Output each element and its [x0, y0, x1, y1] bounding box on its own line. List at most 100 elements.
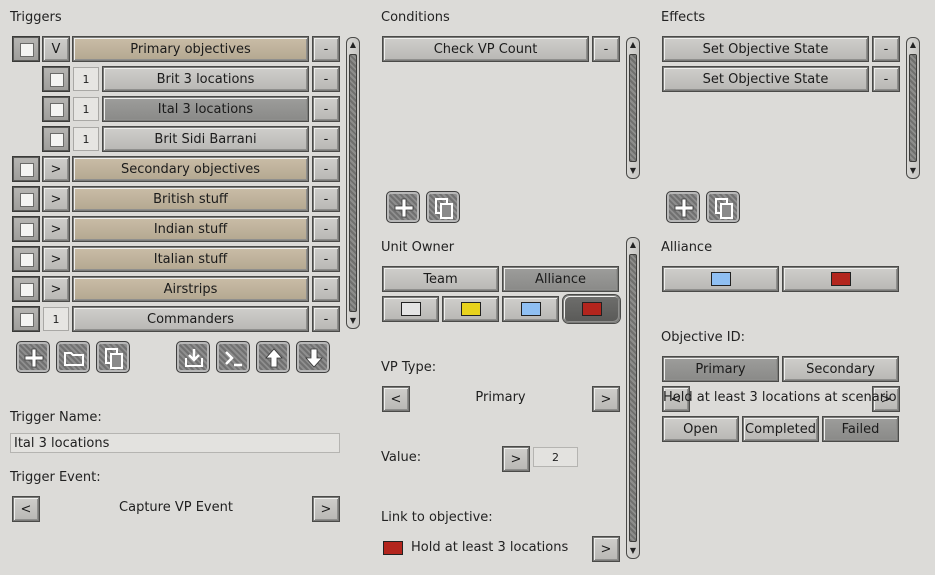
add-icon[interactable] [666, 191, 700, 223]
event-next-button[interactable]: > [313, 497, 339, 521]
vp-type-prev-button[interactable]: < [383, 387, 409, 411]
scroll-up-icon[interactable]: ▲ [628, 239, 638, 251]
conditions-detail-scrollbar[interactable]: ▲ ▼ [626, 237, 640, 559]
objective-tab-primary[interactable]: Primary [663, 357, 778, 381]
scroll-thumb[interactable] [349, 54, 357, 312]
trigger-group-primary-objectives[interactable]: Primary objectives [73, 37, 308, 61]
owner-tab-alliance[interactable]: Alliance [503, 267, 618, 291]
state-failed-button[interactable]: Failed [823, 417, 898, 441]
effect-item-set-objective-state[interactable]: Set Objective State [663, 37, 868, 61]
trigger-group-secondary-objectives[interactable]: Secondary objectives [73, 157, 308, 181]
move-down-icon[interactable] [296, 341, 330, 373]
scroll-down-icon[interactable]: ▼ [628, 165, 638, 177]
value-label: Value: [381, 450, 422, 465]
color-swatch [460, 302, 481, 316]
trigger-checkbox[interactable] [13, 217, 39, 241]
trigger-item-commanders[interactable]: Commanders [73, 307, 308, 331]
trigger-name-field[interactable]: Ital 3 locations [10, 433, 340, 453]
console-icon[interactable] [216, 341, 250, 373]
remove-button[interactable]: - [873, 67, 899, 91]
scroll-up-icon[interactable]: ▲ [908, 39, 918, 51]
owner-tab-team[interactable]: Team [383, 267, 498, 291]
trigger-checkbox[interactable] [43, 97, 69, 121]
remove-button[interactable]: - [313, 277, 339, 301]
link-objective-value: Hold at least 3 locations [411, 540, 569, 555]
remove-button[interactable]: - [313, 187, 339, 211]
owner-color-yellow[interactable] [443, 297, 498, 321]
expand-toggle[interactable]: > [43, 217, 69, 241]
remove-button[interactable]: - [313, 37, 339, 61]
remove-button[interactable]: - [313, 247, 339, 271]
add-icon[interactable] [386, 191, 420, 223]
scroll-down-icon[interactable]: ▼ [908, 165, 918, 177]
expand-toggle[interactable]: > [43, 277, 69, 301]
expand-toggle[interactable]: > [43, 247, 69, 271]
unit-owner-label: Unit Owner [381, 240, 455, 255]
remove-button[interactable]: - [593, 37, 619, 61]
trigger-checkbox[interactable] [43, 67, 69, 91]
remove-button[interactable]: - [313, 217, 339, 241]
event-prev-button[interactable]: < [13, 497, 39, 521]
duplicate-icon[interactable] [706, 191, 740, 223]
vp-type-next-button[interactable]: > [593, 387, 619, 411]
trigger-item-brit-3-locations[interactable]: Brit 3 locations [103, 67, 308, 91]
state-open-button[interactable]: Open [663, 417, 738, 441]
trigger-checkbox[interactable] [13, 37, 39, 61]
duplicate-icon[interactable] [426, 191, 460, 223]
objective-id-label: Objective ID: [661, 330, 745, 345]
vp-type-label: VP Type: [381, 360, 437, 375]
trigger-item-ital-3-locations[interactable]: Ital 3 locations [103, 97, 308, 121]
trigger-count: 1 [73, 67, 99, 91]
folder-icon[interactable] [56, 341, 90, 373]
scroll-down-icon[interactable]: ▼ [628, 545, 638, 557]
owner-color-blue[interactable] [503, 297, 558, 321]
scroll-thumb[interactable] [909, 54, 917, 162]
state-completed-button[interactable]: Completed [743, 417, 818, 441]
objective-tab-secondary[interactable]: Secondary [783, 357, 898, 381]
expand-toggle[interactable]: > [43, 187, 69, 211]
trigger-item-brit-sidi-barrani[interactable]: Brit Sidi Barrani [103, 127, 308, 151]
condition-item-check-vp-count[interactable]: Check VP Count [383, 37, 588, 61]
remove-button[interactable]: - [313, 67, 339, 91]
scroll-up-icon[interactable]: ▲ [348, 39, 358, 51]
remove-button[interactable]: - [313, 97, 339, 121]
trigger-checkbox[interactable] [13, 247, 39, 271]
effect-item-set-objective-state[interactable]: Set Objective State [663, 67, 868, 91]
trigger-group-airstrips[interactable]: Airstrips [73, 277, 308, 301]
trigger-count: 1 [73, 97, 99, 121]
import-icon[interactable] [176, 341, 210, 373]
scroll-down-icon[interactable]: ▼ [348, 315, 358, 327]
owner-color-red[interactable] [563, 295, 620, 323]
trigger-checkbox[interactable] [13, 187, 39, 211]
alliance-color-blue[interactable] [663, 267, 778, 291]
scroll-thumb[interactable] [629, 54, 637, 162]
conditions-scrollbar[interactable]: ▲ ▼ [626, 37, 640, 179]
remove-button[interactable]: - [313, 127, 339, 151]
add-icon[interactable] [16, 341, 50, 373]
duplicate-icon[interactable] [96, 341, 130, 373]
effects-scrollbar[interactable]: ▲ ▼ [906, 37, 920, 179]
link-next-button[interactable]: > [593, 537, 619, 561]
expand-toggle[interactable]: V [43, 37, 69, 61]
owner-color-white[interactable] [383, 297, 438, 321]
trigger-group-british-stuff[interactable]: British stuff [73, 187, 308, 211]
remove-button[interactable]: - [313, 157, 339, 181]
conditions-heading: Conditions [381, 10, 450, 25]
trigger-checkbox[interactable] [13, 157, 39, 181]
value-field[interactable]: 2 [533, 447, 578, 467]
trigger-group-italian-stuff[interactable]: Italian stuff [73, 247, 308, 271]
trigger-checkbox[interactable] [13, 307, 39, 331]
remove-button[interactable]: - [313, 307, 339, 331]
scroll-thumb[interactable] [629, 254, 637, 542]
move-up-icon[interactable] [256, 341, 290, 373]
trigger-checkbox[interactable] [43, 127, 69, 151]
triggers-scrollbar[interactable]: ▲ ▼ [346, 37, 360, 329]
alliance-color-red[interactable] [783, 267, 898, 291]
expand-toggle[interactable]: > [43, 157, 69, 181]
trigger-checkbox[interactable] [13, 277, 39, 301]
link-color-swatch [383, 541, 403, 555]
scroll-up-icon[interactable]: ▲ [628, 39, 638, 51]
remove-button[interactable]: - [873, 37, 899, 61]
value-increment-button[interactable]: > [503, 447, 529, 471]
trigger-group-indian-stuff[interactable]: Indian stuff [73, 217, 308, 241]
